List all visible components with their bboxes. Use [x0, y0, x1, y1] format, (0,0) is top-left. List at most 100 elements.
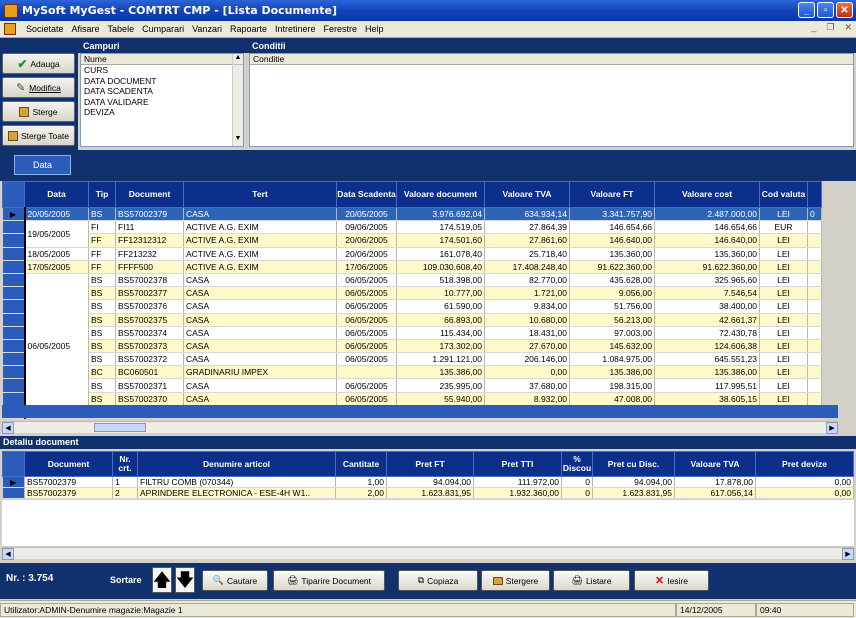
cell-tert[interactable]: ACTIVE A.G. EXIM: [183, 260, 337, 274]
cell-valoare-ft[interactable]: 135.360,00: [569, 247, 655, 261]
tiparire-document-button[interactable]: 🖨 Tiparire Document: [273, 570, 385, 591]
cell-valoare-ft[interactable]: 9.056,00: [569, 286, 655, 301]
close-button[interactable]: ✕: [836, 2, 853, 18]
cell-tert[interactable]: CASA: [183, 352, 337, 367]
sort-down-button[interactable]: 🡇: [175, 567, 195, 593]
cell-data-scadenta[interactable]: 06/05/2005: [336, 286, 397, 301]
row-indicator[interactable]: [2, 326, 26, 340]
cell-tert[interactable]: CASA: [183, 299, 337, 314]
cell-valoare-tva[interactable]: 0,00: [484, 365, 570, 380]
row-indicator[interactable]: [2, 392, 26, 406]
table-row[interactable]: BC BC060501 GRADINARIU IMPEX 135.386,00 0,00…: [2, 365, 822, 380]
cell-valoare-cost[interactable]: 146.654,66: [654, 220, 760, 235]
col-valoare-document[interactable]: Valoare document: [396, 181, 485, 208]
cell-extra[interactable]: [807, 313, 822, 327]
cell-data[interactable]: 20/05/2005: [24, 207, 89, 222]
detail-col-pret-disc[interactable]: Pret cu Disc.: [592, 451, 675, 477]
cell-extra[interactable]: [807, 392, 822, 406]
cell-tip[interactable]: FF: [88, 233, 116, 248]
adauga-button[interactable]: ✔ Adauga: [2, 53, 75, 74]
menu-ferestre[interactable]: Ferestre: [320, 24, 362, 34]
detail-col-pret-tti[interactable]: Pret TTI: [473, 451, 562, 477]
cell-valoare-cost[interactable]: 124.606,38: [654, 339, 760, 354]
cell-valoare-cost[interactable]: 645.551,23: [654, 352, 760, 367]
cell-tip[interactable]: BS: [88, 339, 116, 354]
cell-pret-devize[interactable]: 0,00: [755, 476, 854, 488]
cell-pret-devize[interactable]: 0,00: [755, 487, 854, 499]
cell-cantitate[interactable]: 1,00: [335, 476, 387, 488]
cell-data[interactable]: 06/05/2005: [24, 273, 89, 420]
cell-valoare-document[interactable]: 10.777,00: [396, 286, 485, 301]
cell-tip[interactable]: FF: [88, 260, 116, 274]
cell-valoare-document[interactable]: 518.398,00: [396, 273, 485, 288]
cell-data-scadenta[interactable]: [336, 365, 397, 380]
group-tab-data[interactable]: Data: [14, 155, 71, 175]
cell-valoare-document[interactable]: 174.519,05: [396, 220, 485, 235]
detail-row-indicator[interactable]: [2, 487, 25, 499]
cell-valoare-ft[interactable]: 146.654,66: [569, 220, 655, 235]
cell-cod-valuta[interactable]: LEI: [759, 339, 808, 354]
cell-cod-valuta[interactable]: LEI: [759, 207, 808, 222]
cell-valoare-document[interactable]: 235.995,00: [396, 378, 485, 393]
cell-valoare-document[interactable]: 66.893,00: [396, 313, 485, 327]
detail-col-document[interactable]: Document: [24, 451, 113, 477]
cell-tert[interactable]: CASA: [183, 378, 337, 393]
cell-document[interactable]: FFFF500: [115, 260, 184, 274]
cell-document[interactable]: BS57002371: [115, 378, 184, 393]
scroll-down-icon[interactable]: ▼: [233, 135, 243, 146]
campuri-item[interactable]: CURS: [81, 65, 243, 76]
cell-valoare-cost[interactable]: 146.640,00: [654, 233, 760, 248]
table-row[interactable]: BS BS57002370 CASA 06/05/2005 55.940,00 8.932…: [2, 392, 822, 406]
cell-cantitate[interactable]: 2,00: [335, 487, 387, 499]
detail-scroll-right-icon[interactable]: ▶: [842, 548, 854, 560]
col-document[interactable]: Document: [115, 181, 184, 208]
sterge-toate-button[interactable]: Sterge Toate: [2, 125, 75, 146]
cell-valoare-cost[interactable]: 135.386,00: [654, 365, 760, 380]
modifica-button[interactable]: ✎ Modifica: [2, 77, 75, 98]
scroll-thumb[interactable]: [94, 423, 146, 432]
table-row[interactable]: BS BS57002377 CASA 06/05/2005 10.777,00 1.721…: [2, 286, 822, 301]
cell-valoare-tva[interactable]: 17.878,00: [674, 476, 756, 488]
maximize-button[interactable]: ▫: [817, 2, 834, 18]
cell-valoare-tva[interactable]: 9.834,00: [484, 299, 570, 314]
col-valoare-tva[interactable]: Valoare TVA: [484, 181, 570, 208]
campuri-scrollbar[interactable]: ▲ ▼: [232, 54, 243, 146]
cell-tip[interactable]: FI: [88, 220, 116, 235]
cell-valoare-document[interactable]: 61.590,00: [396, 299, 485, 314]
cell-pret-disc[interactable]: 1.623.831,95: [592, 487, 675, 499]
cell-tert[interactable]: ACTIVE A.G. EXIM: [183, 233, 337, 248]
cell-valoare-tva[interactable]: 37.680,00: [484, 378, 570, 393]
detail-col-denumire[interactable]: Denumire articol: [137, 451, 336, 477]
cell-document[interactable]: BS57002373: [115, 339, 184, 354]
conditii-list[interactable]: Conditie: [249, 53, 854, 147]
detail-row[interactable]: BS57002379 2 APRINDERE ELECTRONICA - ESE-4…: [2, 487, 854, 499]
cell-cod-valuta[interactable]: LEI: [759, 392, 808, 406]
cell-valoare-tva[interactable]: 27.864,39: [484, 220, 570, 235]
cell-valoare-tva[interactable]: 27.670,00: [484, 339, 570, 354]
cell-extra[interactable]: [807, 233, 822, 248]
cell-valoare-document[interactable]: 173.302,00: [396, 339, 485, 354]
table-row[interactable]: ▶ 20/05/2005 BS BS57002379 CASA 20/05/2005 3.9…: [2, 207, 822, 222]
cell-extra[interactable]: [807, 286, 822, 301]
cell-valoare-tva[interactable]: 27.861,60: [484, 233, 570, 248]
cell-pret-tti[interactable]: 111.972,00: [473, 476, 562, 488]
cell-valoare-ft[interactable]: 47.008,00: [569, 392, 655, 406]
cell-valoare-ft[interactable]: 51.756,00: [569, 299, 655, 314]
cell-document[interactable]: BS57002374: [115, 326, 184, 340]
table-row[interactable]: 06/05/2005 BS BS57002378 CASA 06/05/2005 518.…: [2, 273, 822, 420]
cell-document[interactable]: BS57002370: [115, 392, 184, 406]
cell-data-scadenta[interactable]: 06/05/2005: [336, 299, 397, 314]
cell-valoare-tva[interactable]: 8.932,00: [484, 392, 570, 406]
stergere-button[interactable]: Stergere: [481, 570, 550, 591]
table-row[interactable]: BS BS57002376 CASA 06/05/2005 61.590,00 9.834…: [2, 299, 822, 314]
cell-document[interactable]: FI11: [115, 220, 184, 235]
cell-valoare-ft[interactable]: 135.386,00: [569, 365, 655, 380]
cell-cod-valuta[interactable]: EUR: [759, 220, 808, 235]
row-indicator[interactable]: ▶: [2, 207, 26, 222]
cell-extra[interactable]: [807, 339, 822, 354]
cell-data[interactable]: 19/05/2005: [24, 220, 89, 248]
iesire-button[interactable]: ✕ Iesire: [634, 570, 709, 591]
cell-valoare-cost[interactable]: 117.995,51: [654, 378, 760, 393]
table-row[interactable]: FF FF12312312 ACTIVE A.G. EXIM 20/06/2005 17…: [2, 233, 822, 248]
cell-data-scadenta[interactable]: 06/05/2005: [336, 352, 397, 367]
